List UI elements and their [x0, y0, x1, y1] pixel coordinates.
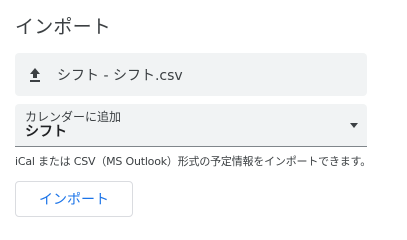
- dropdown-arrow-icon: [350, 123, 358, 128]
- file-name: シフト - シフト.csv: [57, 67, 183, 84]
- calendar-select[interactable]: カレンダーに追加 シフト: [15, 104, 367, 147]
- calendar-select-label: カレンダーに追加: [25, 110, 122, 124]
- upload-icon: [27, 67, 43, 83]
- import-button[interactable]: インポート: [15, 181, 133, 217]
- calendar-select-value: シフト: [25, 124, 67, 140]
- file-picker[interactable]: シフト - シフト.csv: [15, 53, 367, 96]
- section-title: インポート: [15, 16, 112, 38]
- help-text: iCal または CSV（MS Outlook）形式の予定情報をインポートできま…: [15, 155, 372, 168]
